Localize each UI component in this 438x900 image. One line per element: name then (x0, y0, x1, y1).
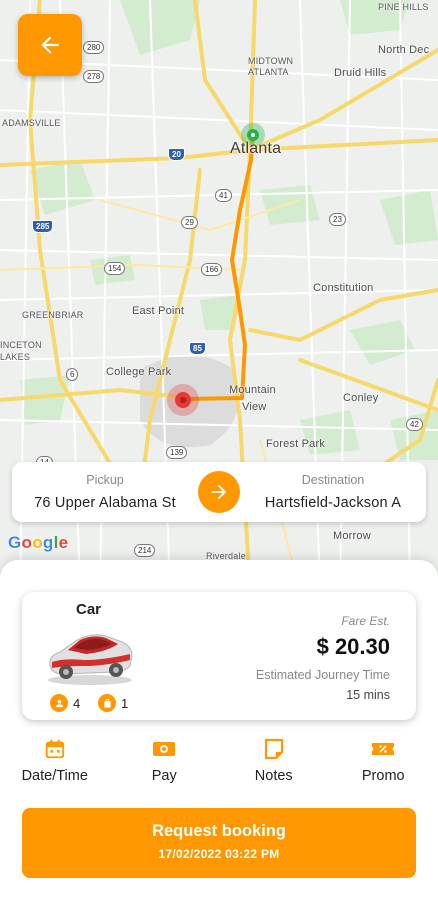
map-label-view: View (242, 401, 267, 413)
destination-label: Destination (301, 473, 365, 487)
map-label-constitution: Constitution (313, 282, 374, 294)
google-logo: Google (8, 533, 69, 552)
vehicle-card[interactable]: Car 4 1 Fare Est. $ 20.30 Estimated Jour… (22, 592, 416, 720)
map-label-forest-park: Forest Park (266, 438, 326, 450)
destination-field[interactable]: Destination Hartsfield-Jackson A (240, 473, 426, 511)
notes-label: Notes (254, 768, 293, 784)
pay-button[interactable]: Pay (110, 736, 220, 792)
promo-label: Promo (361, 768, 405, 784)
calendar-icon (44, 736, 66, 762)
booking-sheet: Car 4 1 Fare Est. $ 20.30 Estimated Jour… (0, 560, 438, 900)
pickup-value: 76 Upper Alabama St (34, 495, 176, 511)
interstate-shield-85: 85 (189, 342, 206, 355)
map-label-morrow: Morrow (333, 530, 371, 542)
destination-value: Hartsfield-Jackson A (264, 495, 402, 511)
pickup-label: Pickup (86, 473, 124, 487)
map-label-mountain: Mountain (229, 384, 276, 396)
booking-actions: Date/Time Pay Notes Promo (0, 736, 438, 792)
arrow-right-icon (211, 484, 227, 500)
map-label-atlanta: Atlanta (230, 140, 282, 157)
map-label-midtown-atlanta: ATLANTA (248, 67, 289, 77)
passenger-capacity: 4 (50, 694, 80, 712)
map-label-greenbriar: GREENBRIAR (22, 310, 84, 320)
route-card: Pickup 76 Upper Alabama St Destination H… (12, 462, 426, 522)
fare-label: Fare Est. (341, 614, 390, 628)
route-shield-280: 280 (83, 41, 105, 54)
map-label-north-decatur: North Dec (378, 44, 430, 56)
passenger-count: 4 (73, 695, 81, 711)
pay-label: Pay (151, 768, 177, 784)
pickup-field[interactable]: Pickup 76 Upper Alabama St (12, 473, 198, 511)
eta-value: 15 mins (346, 688, 390, 702)
request-booking-label: Request booking (152, 822, 286, 840)
back-button[interactable] (18, 14, 82, 76)
ticket-icon (371, 736, 395, 762)
interstate-shield-20: 20 (168, 148, 185, 161)
luggage-capacity: 1 (98, 694, 128, 712)
map-label-adamsville: ADAMSVILLE (2, 118, 61, 128)
route-shield-166: 166 (201, 263, 223, 276)
vehicle-name: Car (76, 601, 102, 618)
route-shield-139: 139 (166, 446, 188, 459)
eta-label: Estimated Journey Time (255, 668, 390, 682)
note-icon (264, 736, 284, 762)
swap-route-button[interactable] (198, 471, 240, 513)
request-booking-datetime: 17/02/2022 03:22 PM (158, 847, 280, 861)
datetime-label: Date/Time (21, 768, 88, 784)
route-shield-278: 278 (83, 70, 105, 83)
arrow-left-icon (41, 36, 59, 54)
fare-value: $ 20.30 (316, 634, 390, 659)
map-label-lakes: LAKES (0, 352, 31, 362)
interstate-shield-285: 285 (32, 220, 54, 233)
cash-icon (152, 736, 176, 762)
route-shield-214: 214 (134, 544, 156, 557)
luggage-icon (98, 694, 116, 712)
map-label-inceton: INCETON (0, 340, 42, 350)
map-label-college-park: College Park (106, 366, 172, 378)
map-label-conley: Conley (343, 392, 379, 404)
route-shield-23: 23 (329, 213, 346, 226)
route-shield-41: 41 (215, 189, 232, 202)
route-shield-29: 29 (181, 216, 198, 229)
route-shield-154: 154 (104, 262, 126, 275)
map-label-druid-hills: Druid Hills (334, 67, 387, 79)
route-shield-42: 42 (406, 418, 423, 431)
request-booking-button[interactable]: Request booking 17/02/2022 03:22 PM (22, 808, 416, 878)
luggage-count: 1 (121, 695, 129, 711)
map-label-midtown: MIDTOWN (248, 56, 294, 66)
person-icon (50, 694, 68, 712)
notes-button[interactable]: Notes (219, 736, 329, 792)
map-label-pine-hills: PINE HILLS (378, 2, 429, 12)
datetime-button[interactable]: Date/Time (0, 736, 110, 792)
promo-button[interactable]: Promo (329, 736, 438, 792)
car-image (48, 634, 133, 685)
map-label-east-point: East Point (132, 305, 185, 317)
